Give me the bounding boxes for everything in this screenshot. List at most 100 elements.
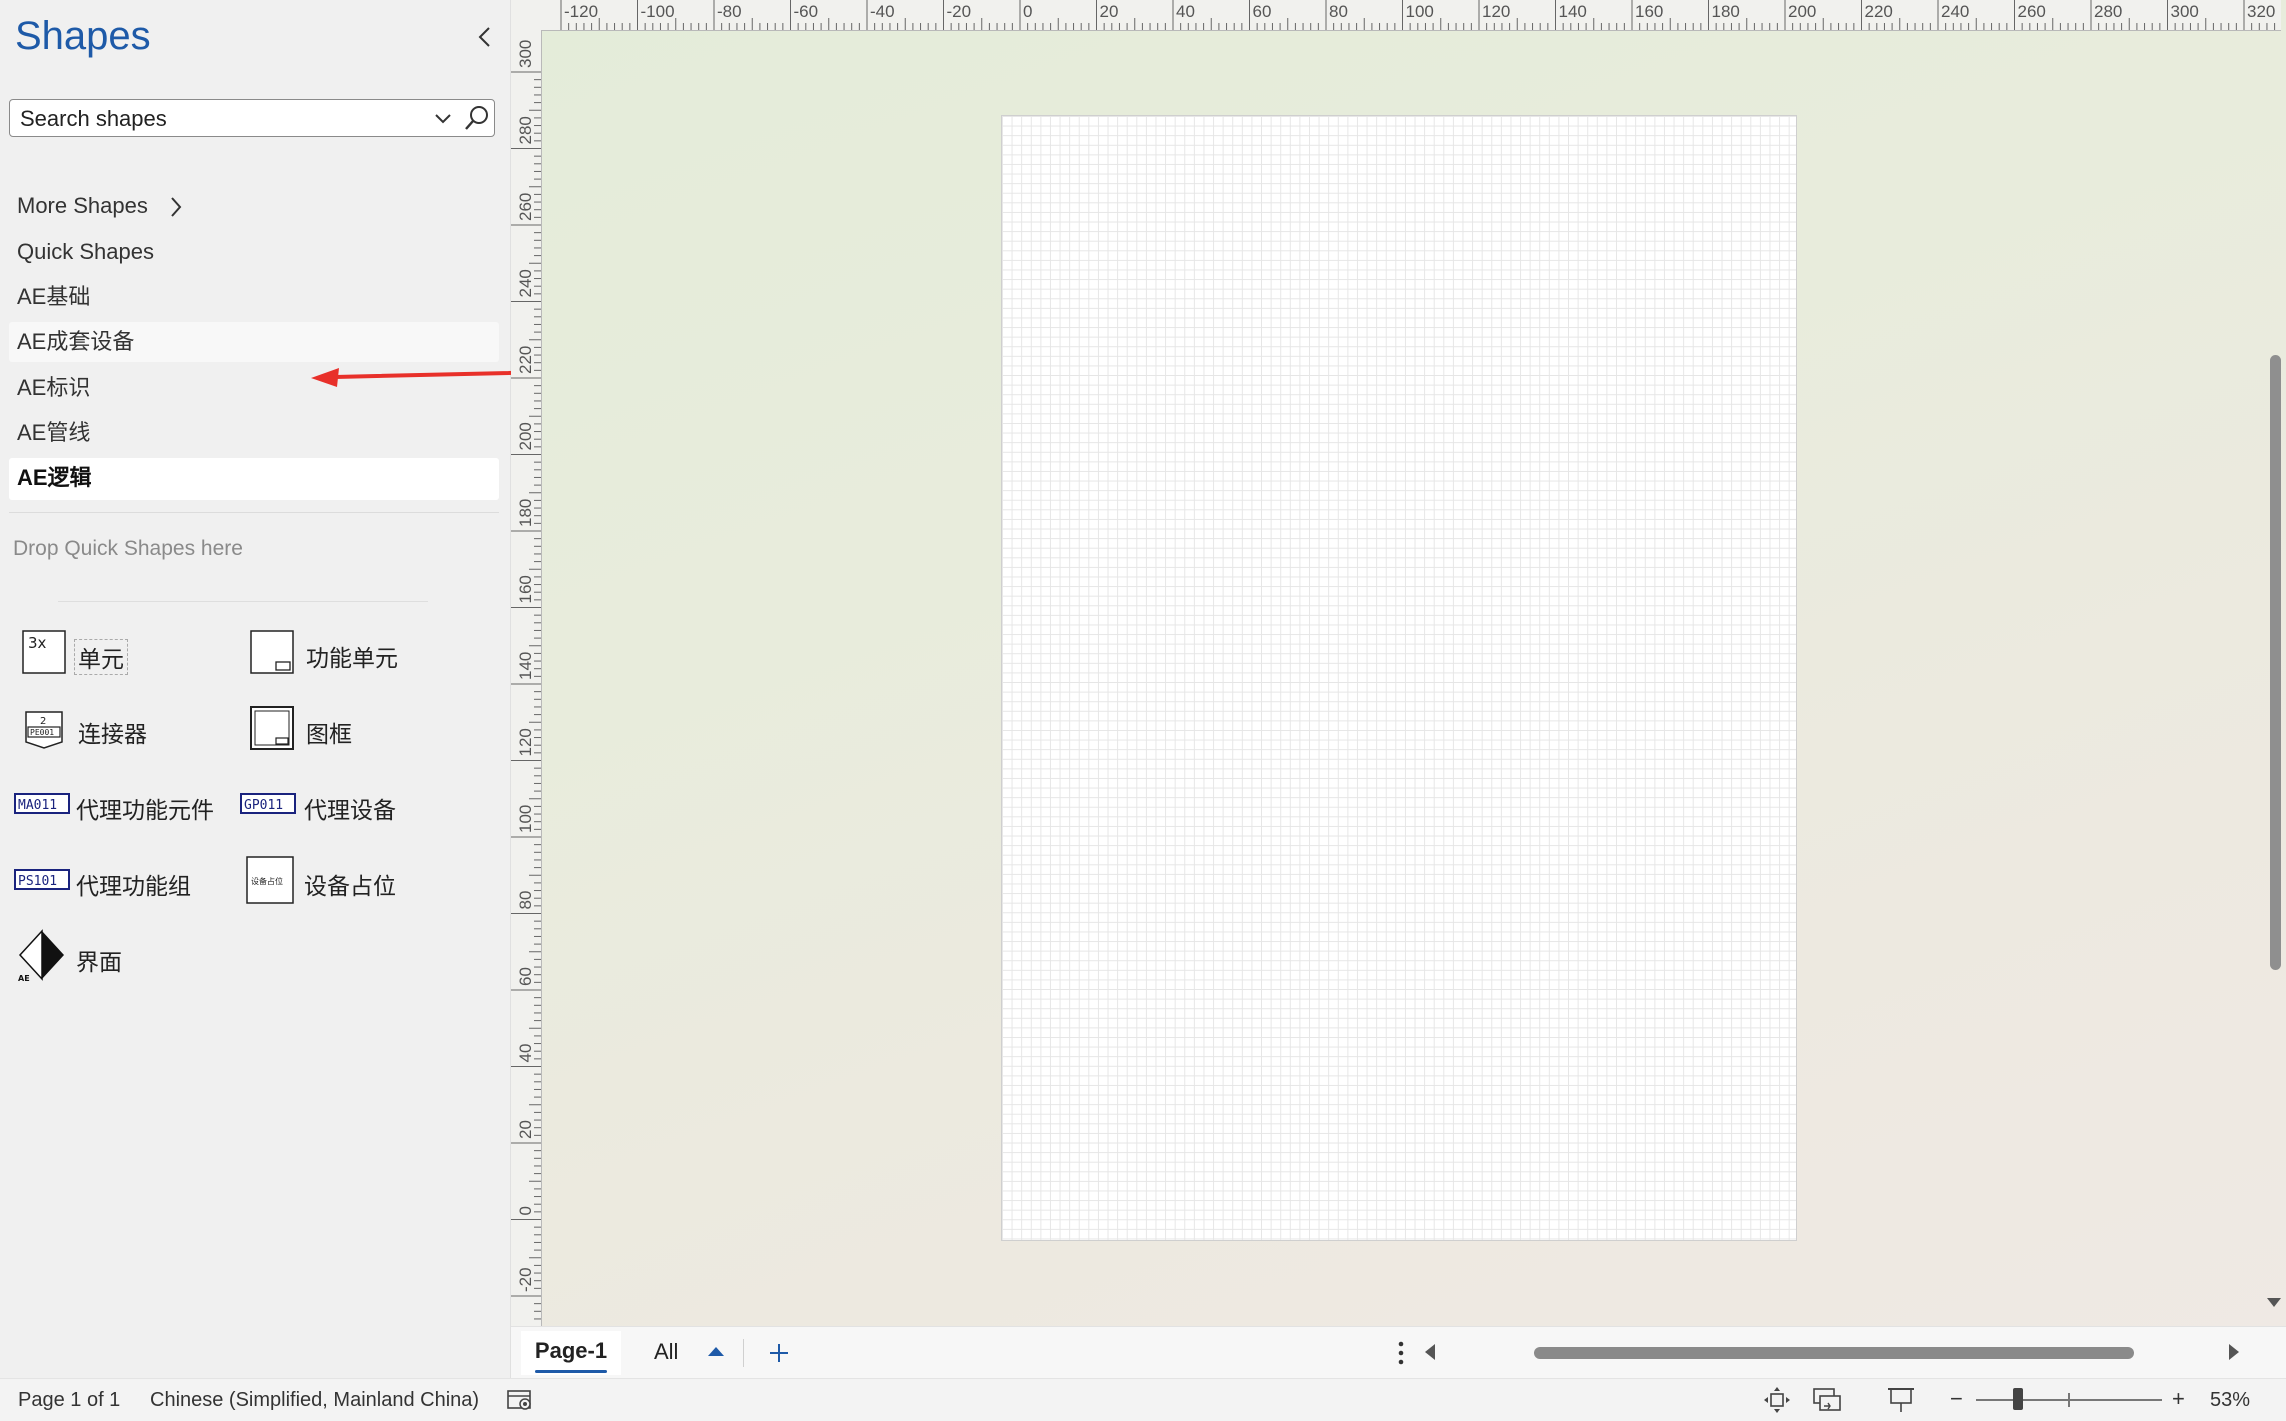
ruler-label: 280 [2094, 2, 2122, 21]
interface-icon: AE [14, 929, 70, 983]
svg-text:MA011: MA011 [18, 798, 57, 813]
shape-tile-proxy-function-element[interactable]: MA011 代理功能元件 [14, 779, 230, 833]
more-options-button[interactable] [1391, 1337, 1411, 1369]
chevron-right-icon [171, 197, 182, 217]
connector-icon: 2 PE001 [16, 703, 72, 753]
search-box [9, 99, 495, 137]
ruler-label: 180 [516, 499, 535, 527]
search-input[interactable] [18, 104, 422, 134]
zoom-slider-center-tick [2068, 1393, 2070, 1407]
switch-windows-icon [1813, 1388, 1841, 1411]
stencil-ae-basic[interactable]: AE基础 [9, 277, 499, 317]
shape-tile-unit[interactable]: 3x 单元 [16, 627, 226, 681]
vertical-scroll-thumb[interactable] [2270, 355, 2281, 970]
zoom-level[interactable]: 53% [2210, 1389, 2250, 1412]
svg-text:PS101: PS101 [18, 874, 57, 889]
ruler-label: 300 [2171, 2, 2199, 21]
proxy-device-icon: GP011 [240, 779, 296, 829]
caret-up-icon[interactable] [707, 1345, 725, 1357]
vertical-ellipsis-icon [1398, 1341, 1404, 1365]
stencil-quick-shapes[interactable]: Quick Shapes [9, 232, 499, 272]
ruler-label: 140 [1559, 2, 1587, 21]
collapse-pane-button[interactable] [470, 22, 500, 52]
pane-title: Shapes [15, 14, 151, 58]
ruler-label: 280 [516, 116, 535, 144]
shape-label: 代理功能组 [76, 873, 191, 899]
drawing-canvas[interactable]: -120 -100 -80 -60 -40 -20 0 20 40 60 80 100 120 140 16… [511, 0, 2286, 1378]
shape-tile-device-placeholder[interactable]: 设备占位 设备占位 [242, 855, 452, 909]
switch-windows-button[interactable] [1810, 1385, 1844, 1415]
scroll-left-arrow-icon[interactable] [1423, 1343, 1437, 1361]
ruler-label: 200 [516, 422, 535, 450]
svg-text:GP011: GP011 [244, 798, 283, 813]
active-tab-indicator [535, 1370, 607, 1373]
ruler-label: 60 [1253, 2, 1272, 21]
frame-icon [244, 703, 300, 753]
fit-to-window-icon [1764, 1387, 1790, 1413]
shape-tile-function-unit[interactable]: 功能单元 [244, 627, 474, 681]
page-tabs-bar: Page-1 All [511, 1326, 2286, 1379]
scroll-right-arrow-icon[interactable] [2227, 1343, 2241, 1361]
shape-tile-connector[interactable]: 2 PE001 连接器 [16, 703, 226, 757]
drawing-page[interactable] [1001, 115, 1797, 1241]
search-icon [465, 106, 488, 130]
ruler-label: 0 [516, 1206, 535, 1215]
stencil-ae-pipelines[interactable]: AE管线 [9, 413, 499, 453]
divider [9, 512, 499, 513]
presentation-mode-button[interactable] [1884, 1385, 1918, 1415]
ruler-label: 160 [516, 575, 535, 603]
ruler-label: -60 [794, 2, 819, 21]
zoom-out-button[interactable]: − [1950, 1386, 1963, 1412]
drop-quick-shapes-hint: Drop Quick Shapes here [13, 537, 243, 560]
shape-label: 代理设备 [304, 797, 396, 823]
scroll-down-arrow-icon[interactable] [2266, 1296, 2282, 1308]
shape-label: 代理功能元件 [76, 797, 214, 823]
stencil-ae-equipment-sets[interactable]: AE成套设备 [9, 322, 499, 362]
divider [743, 1339, 744, 1367]
search-dropdown-button[interactable] [430, 106, 456, 132]
shape-tile-frame[interactable]: 图框 [244, 703, 454, 757]
add-page-button[interactable] [763, 1337, 795, 1369]
ruler-label: -120 [564, 2, 598, 21]
ruler-corner [511, 0, 542, 31]
svg-text:PE001: PE001 [30, 728, 54, 737]
macro-record-icon [507, 1390, 531, 1410]
ruler-label: -80 [717, 2, 742, 21]
svg-text:2: 2 [40, 716, 46, 727]
shape-label: 图框 [306, 721, 352, 747]
tab-page-1[interactable]: Page-1 [521, 1331, 621, 1375]
ruler-label: 240 [516, 269, 535, 297]
macro-recording-button[interactable] [503, 1385, 537, 1415]
ruler-label: 20 [1100, 2, 1119, 21]
ruler-label: -100 [641, 2, 675, 21]
search-button[interactable] [462, 103, 492, 133]
fit-to-window-button[interactable] [1760, 1385, 1794, 1415]
svg-text:设备占位: 设备占位 [251, 876, 283, 886]
zoom-slider-thumb[interactable] [2013, 1388, 2023, 1410]
shapes-pane: Shapes More Shapes Quick Shapes AE基础 AE成… [0, 0, 724, 1378]
more-shapes-menu[interactable]: More Shapes [9, 186, 499, 226]
language-status[interactable]: Chinese (Simplified, Mainland China) [150, 1389, 479, 1412]
ruler-label: -20 [516, 1267, 535, 1292]
shape-tile-proxy-device[interactable]: GP011 代理设备 [240, 779, 450, 833]
shape-tile-interface[interactable]: AE 界面 [14, 929, 214, 985]
proxy-function-element-icon: MA011 [14, 779, 70, 829]
device-placeholder-icon: 设备占位 [242, 855, 298, 905]
vertical-ruler: 300 280 260 240 220 200 180 160 140 120 100 80 60 40 2… [511, 30, 542, 1330]
zoom-in-button[interactable]: + [2172, 1386, 2185, 1412]
page-number-status[interactable]: Page 1 of 1 [18, 1389, 120, 1412]
ruler-label: 220 [516, 346, 535, 374]
shape-label: 单元 [74, 639, 128, 675]
ruler-label: 80 [1329, 2, 1348, 21]
shape-tile-proxy-function-group[interactable]: PS101 代理功能组 [14, 855, 230, 909]
ruler-label: 40 [1176, 2, 1195, 21]
vertical-scrollbar[interactable] [2261, 0, 2286, 1325]
ruler-label: -20 [947, 2, 972, 21]
horizontal-ruler: -120 -100 -80 -60 -40 -20 0 20 40 60 80 100 120 140 16… [541, 0, 2281, 31]
ruler-label: -40 [870, 2, 895, 21]
stencil-ae-logic[interactable]: AE逻辑 [9, 458, 499, 500]
ruler-label: 60 [516, 967, 535, 986]
ruler-label: 120 [516, 728, 535, 756]
horizontal-scroll-thumb[interactable] [1534, 1347, 2134, 1359]
all-pages-button[interactable]: All [654, 1339, 678, 1365]
